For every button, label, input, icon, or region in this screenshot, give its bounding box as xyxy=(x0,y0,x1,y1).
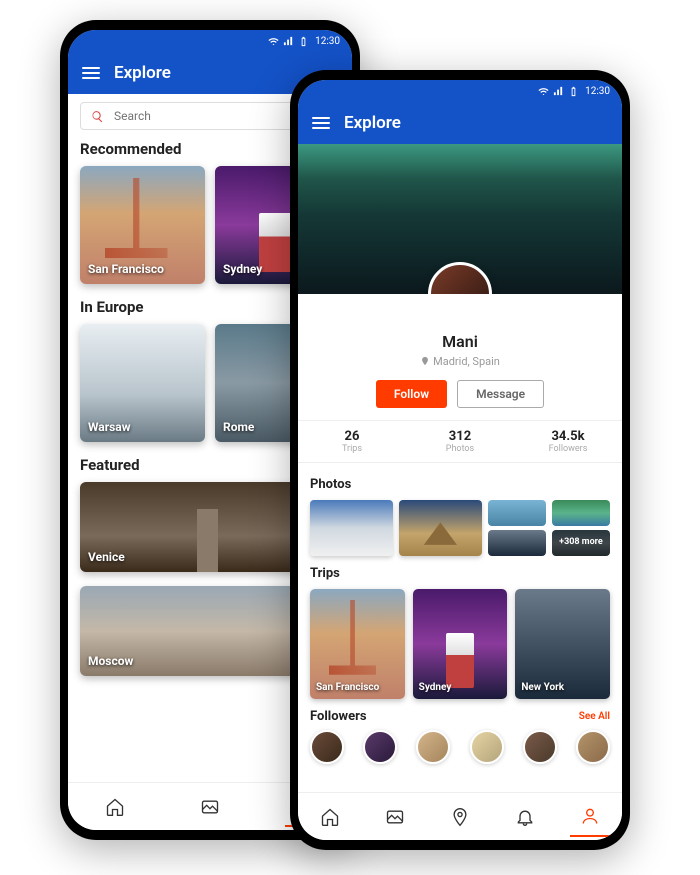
location-icon xyxy=(450,807,470,827)
status-bar: 12:30 xyxy=(68,30,352,52)
follower-avatar[interactable] xyxy=(470,730,504,764)
profile-header: Mani Madrid, Spain Follow Message xyxy=(298,294,622,408)
wifi-icon xyxy=(268,36,279,47)
photo-thumb-column xyxy=(488,500,546,556)
nav-profile[interactable] xyxy=(570,797,610,837)
followers-row xyxy=(310,730,610,764)
status-bar: 12:30 xyxy=(298,80,622,102)
trip-sydney[interactable]: Sydney xyxy=(413,589,508,699)
wifi-icon xyxy=(538,86,549,97)
stat-trips[interactable]: 26Trips xyxy=(298,421,406,462)
status-time: 12:30 xyxy=(585,86,610,97)
card-label: Warsaw xyxy=(88,420,131,434)
follower-avatar[interactable] xyxy=(310,730,344,764)
signal-icon xyxy=(283,36,294,47)
card-label: Venice xyxy=(88,550,125,564)
profile-actions: Follow Message xyxy=(298,380,622,408)
search-icon xyxy=(91,110,104,123)
follower-avatar[interactable] xyxy=(416,730,450,764)
nav-notifications[interactable] xyxy=(505,797,545,837)
followers-title: Followers xyxy=(310,709,367,724)
card-label: San Francisco xyxy=(88,262,164,276)
nav-home[interactable] xyxy=(310,797,350,837)
photo-thumb-column: +308 more xyxy=(552,500,610,556)
card-label: Rome xyxy=(223,420,254,434)
app-bar: Explore xyxy=(298,102,622,144)
card-label: Moscow xyxy=(88,654,133,668)
photos-title: Photos xyxy=(310,477,610,492)
profile-stats: 26Trips 312Photos 34.5kFollowers xyxy=(298,420,622,463)
status-icons xyxy=(268,36,309,47)
pin-icon xyxy=(420,356,430,366)
see-all-link[interactable]: See All xyxy=(579,711,610,722)
photo-thumb[interactable] xyxy=(552,500,610,526)
screen-right: 12:30 Explore Mani Madrid, Spain Follow … xyxy=(298,80,622,840)
home-icon xyxy=(105,797,125,817)
nav-gallery[interactable] xyxy=(375,797,415,837)
nav-gallery[interactable] xyxy=(190,787,230,827)
menu-icon[interactable] xyxy=(82,67,100,79)
photo-thumb[interactable] xyxy=(310,500,393,556)
nav-explore[interactable] xyxy=(440,797,480,837)
status-icons xyxy=(538,86,579,97)
bell-icon xyxy=(515,807,535,827)
gallery-icon xyxy=(385,807,405,827)
profile-hero xyxy=(298,144,622,294)
photo-thumb[interactable] xyxy=(488,500,546,526)
phone-profile: 12:30 Explore Mani Madrid, Spain Follow … xyxy=(290,70,630,850)
follow-button[interactable]: Follow xyxy=(376,380,447,408)
followers-header: Followers See All xyxy=(310,709,610,724)
battery-icon xyxy=(298,36,309,47)
card-label: Sydney xyxy=(223,262,262,276)
nav-home[interactable] xyxy=(95,787,135,827)
trip-new-york[interactable]: New York xyxy=(515,589,610,699)
profile-location: Madrid, Spain xyxy=(420,355,500,368)
photos-row: +308 more xyxy=(310,500,610,556)
page-title: Explore xyxy=(344,113,401,133)
home-icon xyxy=(320,807,340,827)
battery-icon xyxy=(568,86,579,97)
card-warsaw[interactable]: Warsaw xyxy=(80,324,205,442)
trips-title: Trips xyxy=(310,566,610,581)
profile-icon xyxy=(580,806,600,826)
card-san-francisco[interactable]: San Francisco xyxy=(80,166,205,284)
trip-san-francisco[interactable]: San Francisco xyxy=(310,589,405,699)
status-time: 12:30 xyxy=(315,36,340,47)
signal-icon xyxy=(553,86,564,97)
stat-photos[interactable]: 312Photos xyxy=(406,421,514,462)
photo-thumb[interactable] xyxy=(488,530,546,556)
content-right: Mani Madrid, Spain Follow Message 26Trip… xyxy=(298,144,622,792)
bottom-nav xyxy=(298,792,622,840)
photos-more[interactable]: +308 more xyxy=(552,530,610,556)
follower-avatar[interactable] xyxy=(523,730,557,764)
follower-avatar[interactable] xyxy=(576,730,610,764)
menu-icon[interactable] xyxy=(312,117,330,129)
stat-followers[interactable]: 34.5kFollowers xyxy=(514,421,622,462)
follower-avatar[interactable] xyxy=(363,730,397,764)
gallery-icon xyxy=(200,797,220,817)
message-button[interactable]: Message xyxy=(457,380,544,408)
profile-name: Mani xyxy=(298,332,622,351)
photo-thumb[interactable] xyxy=(399,500,482,556)
page-title: Explore xyxy=(114,63,171,83)
trips-row: San Francisco Sydney New York xyxy=(310,589,610,699)
